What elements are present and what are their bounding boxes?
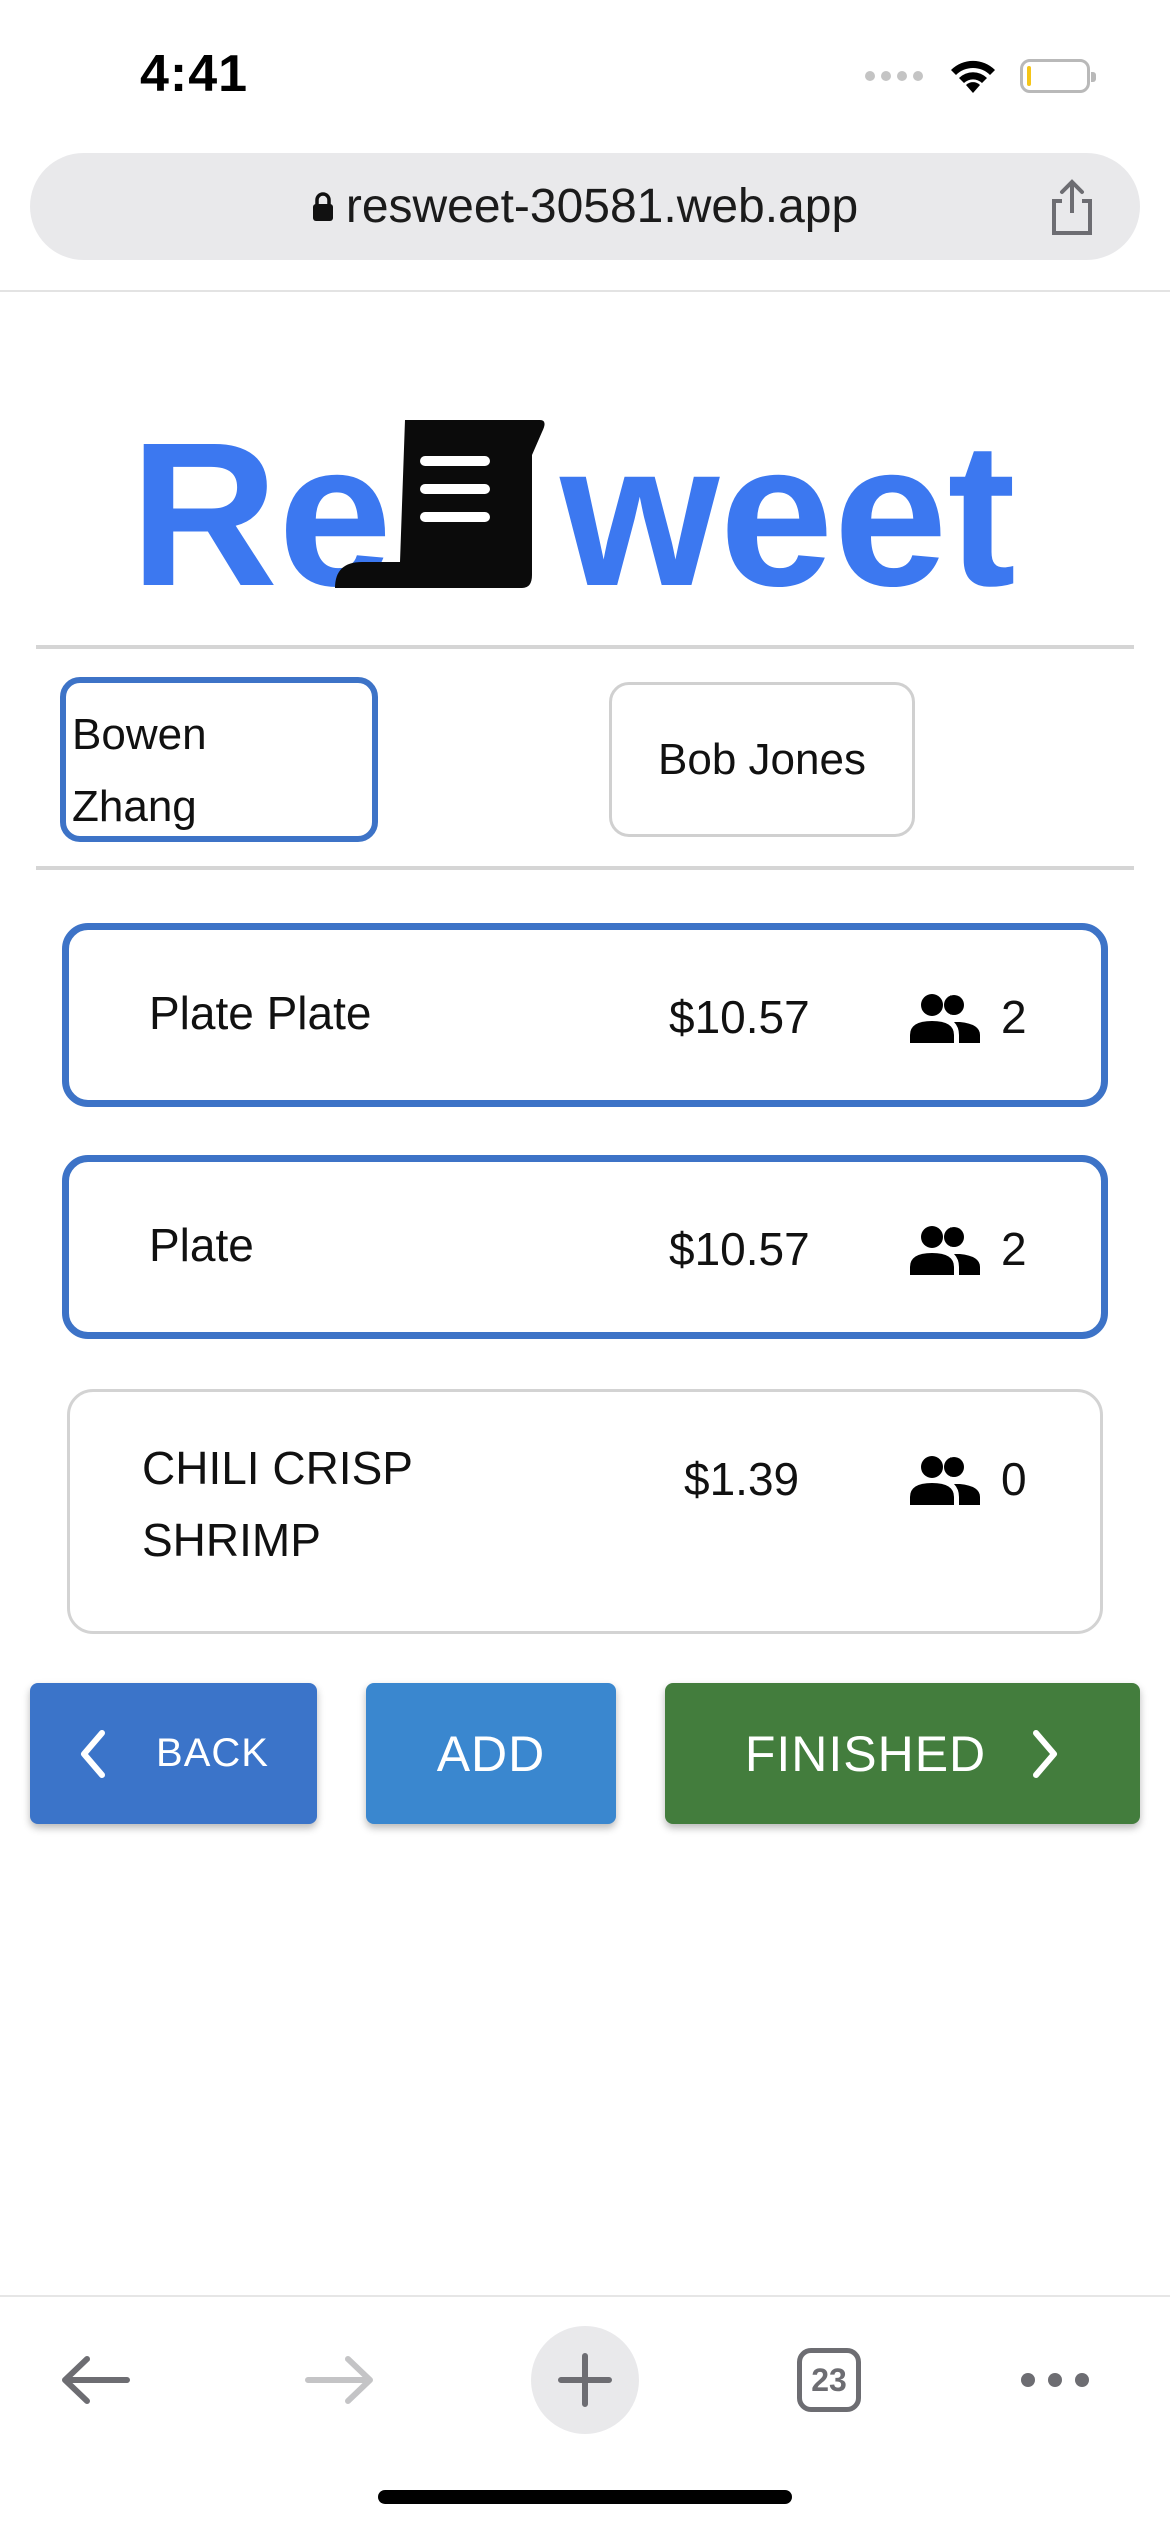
chevron-left-icon [81, 1729, 106, 1778]
lock-icon [312, 191, 333, 221]
item-count: 0 [1001, 1453, 1027, 1505]
browser-back-button[interactable] [40, 2315, 150, 2445]
status-time: 4:41 [140, 45, 249, 103]
item-name-line1: CHILI CRISP [142, 1442, 413, 1494]
browser-forward-button[interactable] [285, 2315, 395, 2445]
item-card[interactable]: CHILI CRISP SHRIMP $1.39 0 [67, 1389, 1103, 1634]
item-count: 2 [1001, 1223, 1027, 1275]
item-name: Plate Plate [149, 987, 372, 1039]
item-name-line2: SHRIMP [142, 1514, 321, 1566]
person-name-line2: Zhang [72, 782, 197, 831]
item-card[interactable]: Plate $10.57 2 [62, 1155, 1108, 1339]
add-button[interactable]: ADD [366, 1683, 616, 1824]
url-display[interactable]: resweet-30581.web.app [30, 153, 1140, 260]
add-label: ADD [436, 1725, 546, 1782]
chevron-right-icon [1033, 1729, 1058, 1778]
toolbar-divider [0, 2295, 1170, 2297]
share-icon[interactable] [1042, 177, 1102, 237]
person-chip-bob-jones[interactable]: Bob Jones [609, 682, 915, 837]
item-card[interactable]: Plate Plate $10.57 2 [62, 923, 1108, 1107]
item-price: $10.57 [669, 1223, 810, 1275]
person-name-line1: Bowen [72, 710, 207, 759]
finished-label: FINISHED [744, 1725, 987, 1782]
people-icon [910, 1456, 980, 1505]
new-tab-button[interactable] [530, 2315, 640, 2445]
item-price: $1.39 [684, 1453, 800, 1505]
tabs-button[interactable]: 23 [774, 2315, 884, 2445]
item-count: 2 [1001, 991, 1027, 1043]
divider-bottom [36, 866, 1134, 870]
tabs-count: 23 [797, 2348, 861, 2412]
resweet-logo: Re weet [130, 410, 1016, 610]
back-button[interactable]: BACK [30, 1683, 317, 1824]
finished-button[interactable]: FINISHED [665, 1683, 1140, 1824]
arrow-right-icon [305, 2356, 373, 2404]
status-icons [864, 56, 1096, 96]
home-indicator [378, 2490, 792, 2504]
people-icon [910, 1226, 980, 1275]
plus-icon [558, 2353, 612, 2407]
logo-text-right: weet [559, 410, 1016, 610]
wifi-icon [951, 60, 995, 93]
item-name: Plate [149, 1219, 254, 1271]
signal-icon [865, 71, 923, 81]
back-label: BACK [156, 1731, 269, 1775]
arrow-left-icon [62, 2356, 130, 2404]
people-icon [910, 994, 980, 1043]
person-name: Bob Jones [658, 734, 866, 784]
plus-circle [531, 2326, 639, 2434]
person-chip-bowen-zhang[interactable]: Bowen Zhang [60, 677, 378, 842]
more-dots-icon [1021, 2373, 1089, 2387]
more-button[interactable] [1000, 2315, 1110, 2445]
battery-icon [1020, 59, 1096, 93]
browser-divider [0, 290, 1170, 292]
item-price: $10.57 [669, 991, 810, 1043]
divider-top [36, 645, 1134, 649]
url-text: resweet-30581.web.app [345, 180, 859, 233]
address-bar[interactable]: resweet-30581.web.app [30, 153, 1140, 260]
